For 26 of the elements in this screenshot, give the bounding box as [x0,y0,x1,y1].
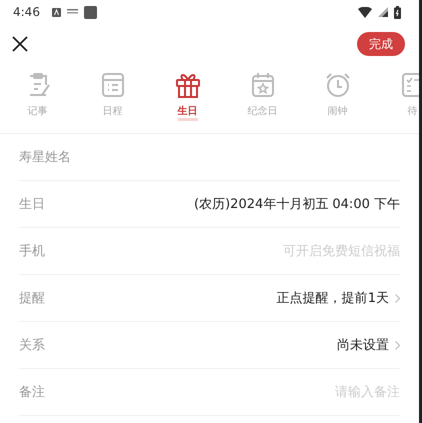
status-time: 4:46 [13,5,40,19]
app-icon [84,6,97,18]
field-label: 生日 [19,196,45,213]
field-label: 备注 [19,384,45,401]
category-tab[interactable]: 纪念日 [225,71,300,131]
signal-icon [378,7,388,17]
field-value[interactable]: 正点提醒，提前1天 [276,289,389,307]
field-label: 关系 [19,337,45,354]
close-icon[interactable] [12,36,28,52]
keyboard-icon [66,9,78,15]
done-button[interactable]: 完成 [357,32,405,56]
category-tab[interactable]: 闹钟 [300,71,375,131]
category-tab[interactable]: 生日 [150,71,225,131]
category-tab[interactable]: 日程 [75,71,150,131]
notification-icon [52,8,61,16]
field-value[interactable]: (农历)2024年十月初五 04:00 下午 [194,195,400,213]
chevron-right-icon [395,294,400,302]
field-label: 提醒 [19,290,45,307]
field-value[interactable]: 尚未设置 [337,336,389,354]
wifi-icon [358,6,372,18]
alarm-clock-icon [324,71,352,99]
field-label: 手机 [19,243,45,260]
category-tab[interactable]: 待 [375,71,419,131]
chevron-right-icon [395,340,400,350]
gift-icon [174,71,202,99]
battery-icon [394,6,401,18]
